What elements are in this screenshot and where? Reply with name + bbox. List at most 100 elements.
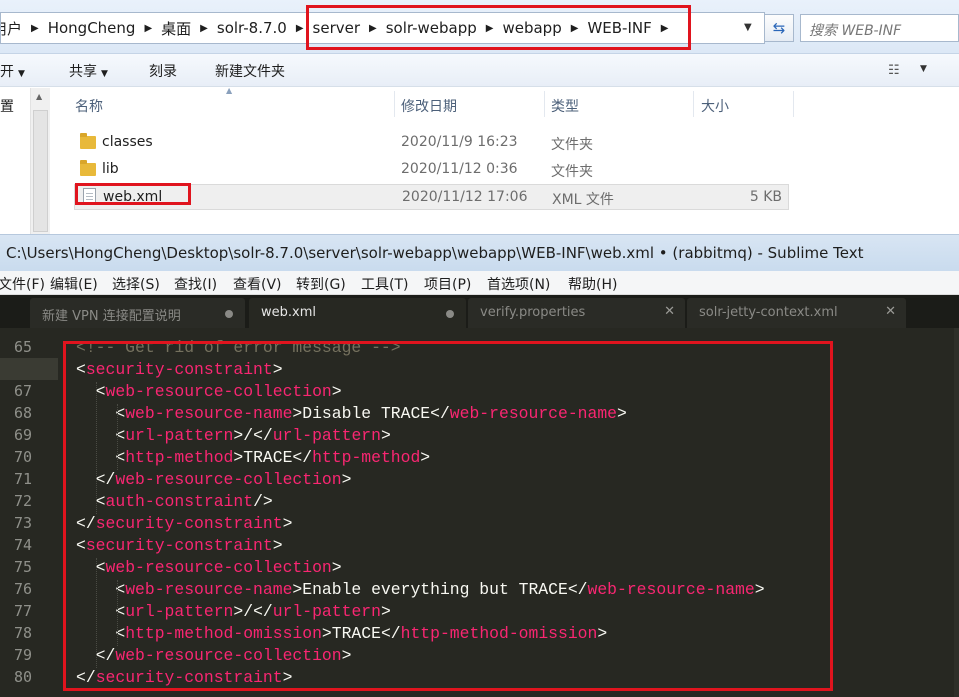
- file-row-web-xml[interactable]: web.xml 2020/11/12 17:06 XML 文件 5 KB: [74, 184, 789, 210]
- line-number: 74: [13, 536, 32, 554]
- open-button[interactable]: 开 ▼: [0, 61, 25, 81]
- column-divider[interactable]: [793, 91, 794, 117]
- breadcrumb-item[interactable]: server: [308, 19, 365, 37]
- close-icon[interactable]: ✕: [664, 304, 675, 319]
- menu-view[interactable]: 查看(V): [233, 274, 282, 294]
- code-line[interactable]: </security-constraint>: [76, 668, 292, 687]
- code-text: >: [597, 624, 608, 643]
- nav-scrollbar[interactable]: ▲: [30, 88, 50, 234]
- line-number: 73: [13, 514, 32, 532]
- menu-preferences[interactable]: 首选项(N): [487, 274, 550, 294]
- burn-button[interactable]: 刻录: [149, 61, 177, 81]
- breadcrumb-chevron-icon[interactable]: ▶: [196, 23, 212, 34]
- menu-selection[interactable]: 选择(S): [112, 274, 160, 294]
- code-line[interactable]: <web-resource-collection>: [76, 558, 342, 577]
- line-number: 75: [13, 558, 32, 576]
- code-line[interactable]: </web-resource-collection>: [76, 470, 352, 489]
- menu-edit[interactable]: 编辑(E): [50, 274, 98, 294]
- code-line[interactable]: <web-resource-name>Disable TRACE</web-re…: [76, 404, 627, 423]
- breadcrumb-chevron-icon[interactable]: ▶: [567, 23, 583, 34]
- code-text: >: [754, 580, 765, 599]
- search-input[interactable]: 搜索 WEB-INF: [800, 14, 959, 42]
- new-folder-button[interactable]: 新建文件夹: [215, 61, 285, 81]
- xml-tag-name: http-method-omission: [400, 624, 598, 643]
- tab-bar: 新建 VPN 连接配置说明 web.xml verify.properties …: [0, 295, 959, 328]
- code-line[interactable]: <url-pattern>/</url-pattern>: [76, 602, 390, 621]
- unsaved-dot-icon[interactable]: [225, 310, 233, 318]
- menu-tools[interactable]: 工具(T): [361, 274, 408, 294]
- refresh-button[interactable]: ⇆: [764, 14, 794, 42]
- chevron-down-icon[interactable]: ▼: [920, 64, 927, 74]
- indent-guide: [117, 580, 118, 646]
- code-line[interactable]: </web-resource-collection>: [76, 646, 352, 665]
- code-line[interactable]: <security-constraint>: [76, 536, 283, 555]
- code-line[interactable]: <auth-constraint/>: [76, 492, 273, 511]
- column-divider[interactable]: [544, 91, 545, 117]
- line-number: 71: [13, 470, 32, 488]
- code-editor[interactable]: 65666768697071727374757677787980 <!-- Ge…: [0, 328, 959, 697]
- file-date: 2020/11/12 17:06: [402, 189, 528, 205]
- breadcrumb-item[interactable]: solr-webapp: [381, 19, 482, 37]
- code-text: >: [380, 426, 391, 445]
- share-button[interactable]: 共享 ▼: [69, 61, 108, 81]
- chevron-down-icon[interactable]: ▼: [744, 22, 752, 33]
- breadcrumb-item[interactable]: webapp: [497, 19, 566, 37]
- view-options-icon[interactable]: ☷: [888, 63, 906, 78]
- chevron-down-icon: ▼: [18, 69, 25, 79]
- menu-goto[interactable]: 转到(G): [296, 274, 346, 294]
- breadcrumb-chevron-icon[interactable]: ▶: [140, 23, 156, 34]
- column-divider[interactable]: [394, 91, 395, 117]
- code-line[interactable]: <!-- Get rid of error message -->: [76, 338, 401, 357]
- breadcrumb-item[interactable]: 用户: [1, 18, 27, 39]
- column-header-name[interactable]: 名称: [75, 96, 103, 116]
- code-line[interactable]: <http-method>TRACE</http-method>: [76, 448, 430, 467]
- breadcrumb-chevron-icon[interactable]: ▶: [292, 23, 308, 34]
- code-line[interactable]: <security-constraint>: [76, 360, 283, 379]
- column-header-type[interactable]: 类型: [551, 96, 579, 116]
- unsaved-dot-icon[interactable]: [446, 310, 454, 318]
- xml-tag-name: web-resource-collection: [115, 470, 342, 489]
- menu-file[interactable]: 文件(F): [0, 274, 45, 294]
- code-line[interactable]: <web-resource-name>Enable everything but…: [76, 580, 765, 599]
- breadcrumb-chevron-icon[interactable]: ▶: [27, 23, 43, 34]
- breadcrumb[interactable]: 用户▶HongCheng▶桌面▶solr-8.7.0▶server▶solr-w…: [0, 12, 765, 44]
- breadcrumb-chevron-icon[interactable]: ▶: [657, 23, 673, 34]
- file-row-classes[interactable]: classes 2020/11/9 16:23 文件夹: [74, 130, 789, 156]
- menu-project[interactable]: 项目(P): [424, 274, 471, 294]
- code-line[interactable]: </security-constraint>: [76, 514, 292, 533]
- scrollbar-thumb[interactable]: [33, 110, 48, 232]
- code-text: >/</: [233, 426, 273, 445]
- file-row-lib[interactable]: lib 2020/11/12 0:36 文件夹: [74, 157, 789, 183]
- tab-solr-jetty-context[interactable]: solr-jetty-context.xml ✕: [687, 298, 906, 328]
- code-line[interactable]: <http-method-omission>TRACE</http-method…: [76, 624, 607, 643]
- column-header-date[interactable]: 修改日期: [401, 96, 457, 116]
- line-number: 77: [13, 602, 32, 620]
- close-icon[interactable]: ✕: [885, 304, 896, 319]
- breadcrumb-chevron-icon[interactable]: ▶: [365, 23, 381, 34]
- tab-vpn-doc[interactable]: 新建 VPN 连接配置说明: [30, 298, 245, 328]
- menu-help[interactable]: 帮助(H): [568, 274, 617, 294]
- breadcrumb-item[interactable]: solr-8.7.0: [212, 19, 292, 37]
- column-header-size[interactable]: 大小: [701, 96, 729, 116]
- code-text: >: [282, 514, 293, 533]
- breadcrumb-chevron-icon[interactable]: ▶: [482, 23, 498, 34]
- xml-tag-name: http-method: [312, 448, 421, 467]
- tab-web-xml[interactable]: web.xml: [249, 298, 466, 328]
- breadcrumb-item[interactable]: WEB-INF: [582, 19, 656, 37]
- file-name: lib: [102, 161, 119, 177]
- xml-tag-name: web-resource-name: [449, 404, 618, 423]
- xml-tag-name: http-method-omission: [125, 624, 322, 643]
- xml-tag-name: web-resource-collection: [105, 382, 332, 401]
- minimap[interactable]: [954, 328, 959, 697]
- tab-verify-properties[interactable]: verify.properties ✕: [468, 298, 685, 328]
- breadcrumb-item[interactable]: 桌面: [156, 18, 196, 39]
- code-line[interactable]: <url-pattern>/</url-pattern>: [76, 426, 391, 445]
- line-number: 70: [13, 448, 32, 466]
- code-line[interactable]: <web-resource-collection>: [76, 382, 342, 401]
- address-bar-area: 用户▶HongCheng▶桌面▶solr-8.7.0▶server▶solr-w…: [0, 0, 959, 54]
- column-divider[interactable]: [693, 91, 694, 117]
- scroll-up-icon[interactable]: ▲: [36, 92, 42, 101]
- nav-item-label[interactable]: 置: [0, 96, 14, 116]
- menu-find[interactable]: 查找(I): [174, 274, 217, 294]
- breadcrumb-item[interactable]: HongCheng: [43, 19, 141, 37]
